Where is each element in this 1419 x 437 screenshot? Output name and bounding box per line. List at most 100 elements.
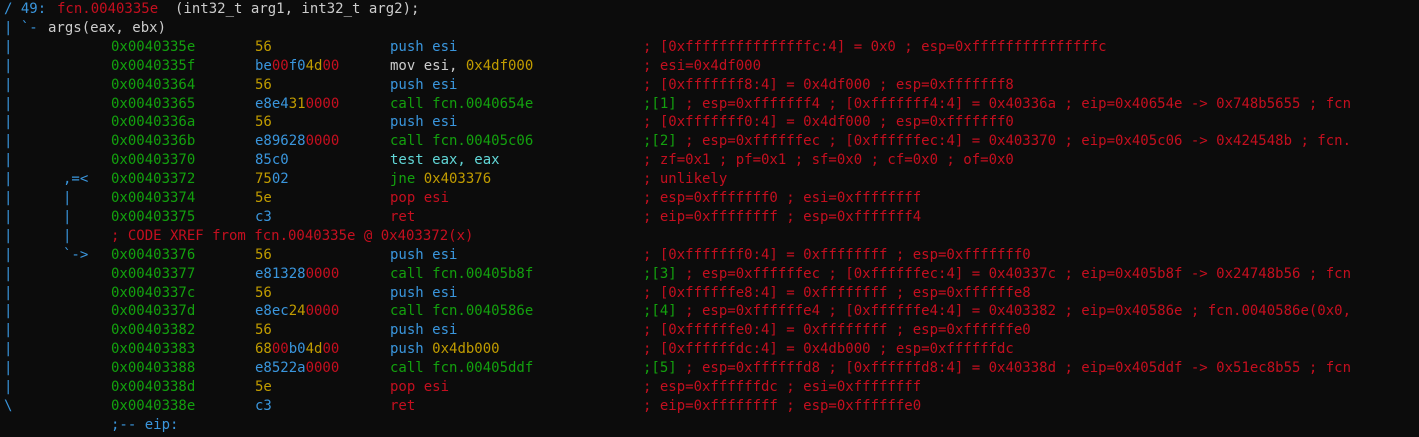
instruction-comment-part: ; [0xffffffe0:4] = 0xffffffff ; esp=0xff… [643,322,1031,338]
instruction-address[interactable]: 0x00403364 [111,76,195,95]
instruction-address[interactable]: 0x00403388 [111,359,195,378]
instruction-bytes: e8ec240000 [255,302,339,321]
instruction-mnemonic[interactable]: call fcn.00405c06 [390,132,533,151]
flow-gutter: | [4,285,13,301]
instruction-bytes-part: 0000 [305,360,340,376]
instruction-address[interactable]: 0x0040336a [111,113,195,132]
instruction-mnemonic[interactable]: push esi [390,38,457,57]
instruction-row[interactable]: | 0x0040336b e896280000 call fcn.00405c06 ;[… [0,132,1419,151]
instruction-mnemonic-part: push esi [390,77,458,93]
instruction-bytes-part: 56 [255,247,272,263]
flow-gutter: | [4,322,13,338]
instruction-row[interactable]: | 0x00403388 e8522a0000 call fcn.00405ddf ;[… [0,359,1419,378]
instruction-row[interactable]: | 0x0040337d e8ec240000 call fcn.0040586e ;[… [0,302,1419,321]
instruction-row[interactable]: | 0x0040335f be00f04d00 mov esi, 0x4df000; … [0,57,1419,76]
instruction-address[interactable]: 0x00403370 [111,151,195,170]
instruction-mnemonic[interactable]: mov esi, 0x4df000 [390,57,533,76]
instruction-comment: ;[4] ; esp=0xffffffe4 ; [0xffffffe4:4] =… [643,302,1351,321]
instruction-bytes-part: e8e4 [255,96,289,112]
instruction-bytes: 56 [255,38,272,57]
instruction-mnemonic[interactable]: call fcn.0040654e [390,95,533,114]
code-xref[interactable]: ; CODE XREF from fcn.0040335e @ 0x403372… [111,227,473,246]
instruction-address[interactable]: 0x0040337d [111,302,195,321]
instruction-comment-part: ;[2] [643,133,677,149]
function-name[interactable]: fcn.0040335e [57,0,158,19]
code-xref-line: | | ; CODE XREF from fcn.0040335e @ 0x403… [0,227,1419,246]
instruction-mnemonic[interactable]: call fcn.00405ddf [390,359,533,378]
instruction-address[interactable]: 0x0040335e [111,38,195,57]
instruction-address[interactable]: 0x0040338d [111,378,195,397]
instruction-mnemonic[interactable]: push esi [390,246,457,265]
instruction-bytes: 56 [255,76,272,95]
instruction-bytes-part: e81328 [255,266,306,282]
flow-gutter: | [4,303,13,319]
instruction-address[interactable]: 0x0040338e [111,397,195,416]
instruction-address[interactable]: 0x00403377 [111,265,195,284]
instruction-address[interactable]: 0x00403374 [111,189,195,208]
instruction-row[interactable]: | 0x00403382 56 push esi ; [0xffffffe0:4] = … [0,321,1419,340]
instruction-row[interactable]: | 0x0040338d 5e pop esi ; esp=0xffffffdc ; e… [0,378,1419,397]
instruction-mnemonic[interactable]: push 0x4db000 [390,340,500,359]
instruction-address[interactable]: 0x00403375 [111,208,195,227]
instruction-mnemonic-part: call fcn.00405c06 [390,133,534,149]
instruction-row[interactable]: | 0x00403365 e8e4310000 call fcn.0040654e ;[… [0,95,1419,114]
instruction-mnemonic-part: push esi [390,322,458,338]
instruction-mnemonic-part: call fcn.00405ddf [390,360,534,376]
instruction-mnemonic[interactable]: push esi [390,113,457,132]
instruction-address[interactable]: 0x00403376 [111,246,195,265]
instruction-row[interactable]: | | 0x00403375 c3 ret ; eip=0xffffffff ; esp… [0,208,1419,227]
instruction-row[interactable]: | `-> 0x00403376 56 push esi ; [0xfffffff0:4… [0,246,1419,265]
instruction-address[interactable]: 0x00403365 [111,95,195,114]
instruction-address[interactable]: 0x00403382 [111,321,195,340]
instruction-address[interactable]: 0x0040336b [111,132,195,151]
instruction-mnemonic-part: ret [390,209,416,225]
instruction-row[interactable]: | ,=< 0x00403372 7502 jne 0x403376 ; unlikel… [0,170,1419,189]
instruction-row[interactable]: \ 0x0040338e c3 ret ; eip=0xffffffff ; esp=0… [0,397,1419,416]
instruction-mnemonic[interactable]: ret [390,397,415,416]
instruction-address[interactable]: 0x0040337c [111,284,195,303]
instruction-bytes-part: 5e [255,379,272,395]
instruction-mnemonic[interactable]: push esi [390,321,457,340]
eip-marker-line: ;-- eip: [0,416,1419,435]
instruction-bytes: e8e4310000 [255,95,339,114]
instruction-bytes-part: 4d [305,341,323,357]
function-signature: (int32_t arg1, int32_t arg2); [175,1,420,17]
instruction-mnemonic[interactable]: call fcn.0040586e [390,302,533,321]
instruction-row[interactable]: | 0x00403364 56 push esi ; [0xfffffff8:4] = … [0,76,1419,95]
instruction-comment-part: ; [0xffffffe8:4] = 0xffffffff ; esp=0xff… [643,285,1031,301]
instruction-mnemonic[interactable]: ret [390,208,415,227]
instruction-row[interactable]: | 0x0040336a 56 push esi ; [0xfffffff0:4] = … [0,113,1419,132]
instruction-mnemonic-part: 0x4df000 [465,58,534,74]
eip-marker: ;-- eip: [111,417,179,433]
instruction-address[interactable]: 0x00403372 [111,170,195,189]
instruction-comment: ; eip=0xffffffff ; esp=0xffffffe0 [643,397,921,416]
instruction-comment: ; [0xfffffffffffffffc:4] = 0x0 ; esp=0xf… [643,38,1107,57]
instruction-bytes-part: be [255,58,272,74]
instruction-bytes-part: 0000 [305,133,340,149]
disassembly-terminal[interactable]: / 49: fcn.0040335e (int32_t arg1, int32_… [0,0,1419,437]
instruction-comment: ; zf=0x1 ; pf=0x1 ; sf=0x0 ; cf=0x0 ; of… [643,151,1014,170]
instruction-mnemonic[interactable]: push esi [390,76,457,95]
instruction-bytes: 56 [255,113,272,132]
instruction-bytes-part: 02 [271,171,289,187]
instruction-row[interactable]: | | 0x00403374 5e pop esi ; esp=0xfffffff0 ;… [0,189,1419,208]
instruction-row[interactable]: | 0x00403383 6800b04d00 push 0x4db000; [0xf… [0,340,1419,359]
instruction-mnemonic[interactable]: push esi [390,284,457,303]
flow-gutter: | [4,114,13,130]
instruction-mnemonic[interactable]: pop esi [390,189,449,208]
instruction-bytes-part: 4d [305,58,323,74]
instruction-row[interactable]: | 0x00403377 e813280000 call fcn.00405b8f ;[… [0,265,1419,284]
instruction-row[interactable]: | 0x00403370 85c0 test eax, eax ; zf=0x1 ; p… [0,151,1419,170]
instruction-mnemonic-part: test eax, eax [390,152,500,168]
instruction-mnemonic[interactable]: call fcn.00405b8f [390,265,533,284]
instruction-bytes: 85c0 [255,151,289,170]
instruction-row[interactable]: | 0x0040337c 56 push esi ; [0xffffffe8:4] = … [0,284,1419,303]
instruction-address[interactable]: 0x00403383 [111,340,195,359]
instruction-mnemonic[interactable]: pop esi [390,378,449,397]
instruction-comment-part: ;[1] [643,96,677,112]
instruction-mnemonic[interactable]: jne 0x403376 [390,170,491,189]
instruction-comment: ;[3] ; esp=0xffffffec ; [0xffffffec:4] =… [643,265,1351,284]
instruction-address[interactable]: 0x0040335f [111,57,195,76]
instruction-row[interactable]: | 0x0040335e 56 push esi ; [0xffffffffffffff… [0,38,1419,57]
instruction-mnemonic[interactable]: test eax, eax [390,151,500,170]
